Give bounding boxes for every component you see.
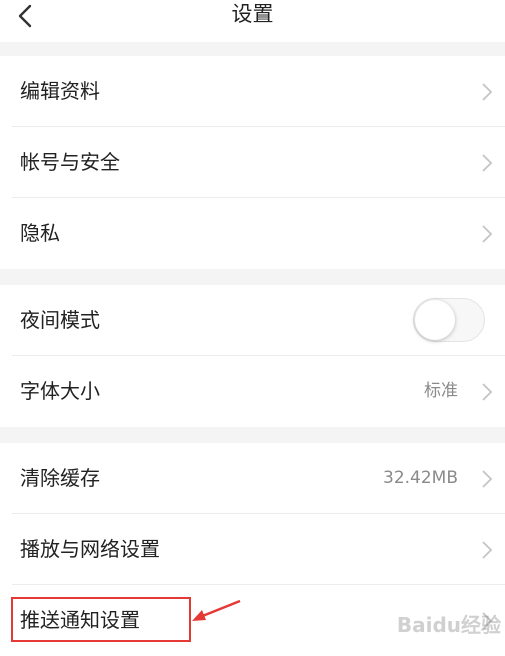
top-bar: 设置 [0,0,505,42]
chevron-right-icon [482,541,493,559]
annotation-arrow-icon [192,599,241,621]
font-size-value: 标准 [424,381,458,401]
watermark-logo: Baidu经验 [396,613,501,637]
settings-item-account-security[interactable]: 帐号与安全 [0,127,505,198]
section-gap [0,427,505,443]
chevron-right-icon [482,470,493,488]
settings-item-privacy[interactable]: 隐私 [0,198,505,269]
settings-item-playback-network[interactable]: 播放与网络设置 [0,514,505,585]
section-gap [0,269,505,285]
settings-item-label: 编辑资料 [20,79,100,103]
settings-item-label: 隐私 [20,221,60,245]
chevron-right-icon [482,83,493,101]
settings-group-display: 夜间模式 字体大小 标准 [0,285,505,427]
chevron-right-icon [482,383,493,401]
settings-item-clear-cache[interactable]: 清除缓存 32.42MB [0,443,505,514]
settings-item-font-size[interactable]: 字体大小 标准 [0,356,505,427]
toggle-knob [415,300,455,340]
settings-item-edit-profile[interactable]: 编辑资料 [0,56,505,127]
annotation-highlight-box [11,597,191,642]
settings-item-night-mode[interactable]: 夜间模式 [0,285,505,356]
chevron-right-icon [482,225,493,243]
settings-item-label: 清除缓存 [20,466,100,490]
chevron-right-icon [482,154,493,172]
page-title: 设置 [231,2,274,26]
night-mode-toggle[interactable] [413,298,485,342]
cache-size-value: 32.42MB [383,468,458,488]
settings-item-label: 字体大小 [20,379,100,403]
settings-group-account: 编辑资料 帐号与安全 隐私 [0,56,505,269]
settings-item-label: 夜间模式 [20,308,100,332]
settings-item-label: 帐号与安全 [20,150,120,174]
section-gap [0,42,505,56]
settings-item-label: 播放与网络设置 [20,537,160,561]
